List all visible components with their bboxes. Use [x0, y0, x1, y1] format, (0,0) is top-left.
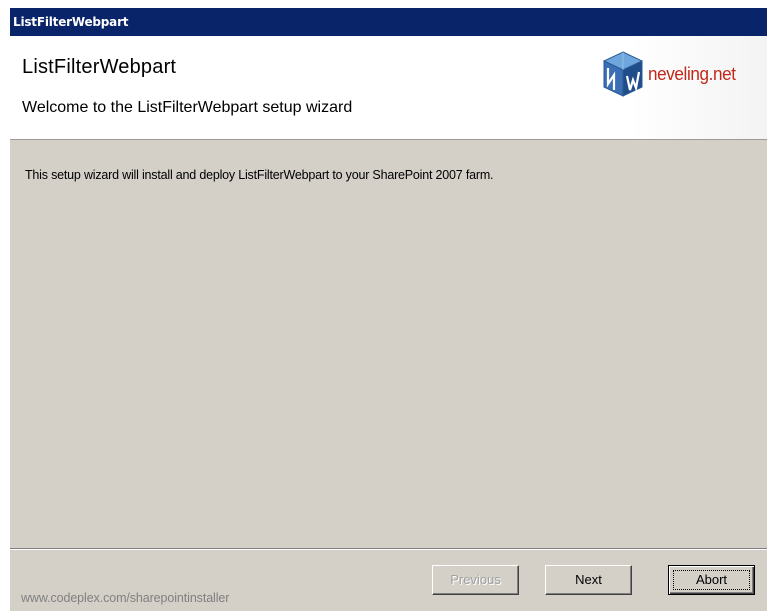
wizard-message: This setup wizard will install and deplo… [25, 168, 494, 182]
banner-title: ListFilterWebpart [22, 56, 177, 78]
window-titlebar[interactable]: ListFilterWebpart [10, 8, 767, 36]
codeplex-link[interactable]: www.codeplex.com/sharepointinstaller [21, 591, 229, 605]
cube-logo-icon [602, 51, 644, 97]
abort-focus-rect: Abort [673, 570, 750, 590]
footer-separator [10, 548, 767, 550]
window-title: ListFilterWebpart [13, 15, 129, 29]
previous-button-label: Previous [450, 572, 501, 587]
next-button[interactable]: Next [545, 565, 632, 595]
previous-button[interactable]: Previous [432, 565, 519, 595]
banner-subtitle: Welcome to the ListFilterWebpart setup w… [22, 99, 353, 116]
next-button-label: Next [575, 572, 602, 587]
logo-text: neveling.net [648, 64, 736, 84]
abort-button-label: Abort [695, 572, 728, 587]
abort-button[interactable]: Abort [668, 565, 755, 595]
setup-wizard-window: ListFilterWebpart ListFilterWebpart Welc… [9, 8, 767, 611]
brand-logo: neveling.net [600, 46, 760, 106]
wizard-banner: ListFilterWebpart Welcome to the ListFil… [10, 36, 767, 140]
